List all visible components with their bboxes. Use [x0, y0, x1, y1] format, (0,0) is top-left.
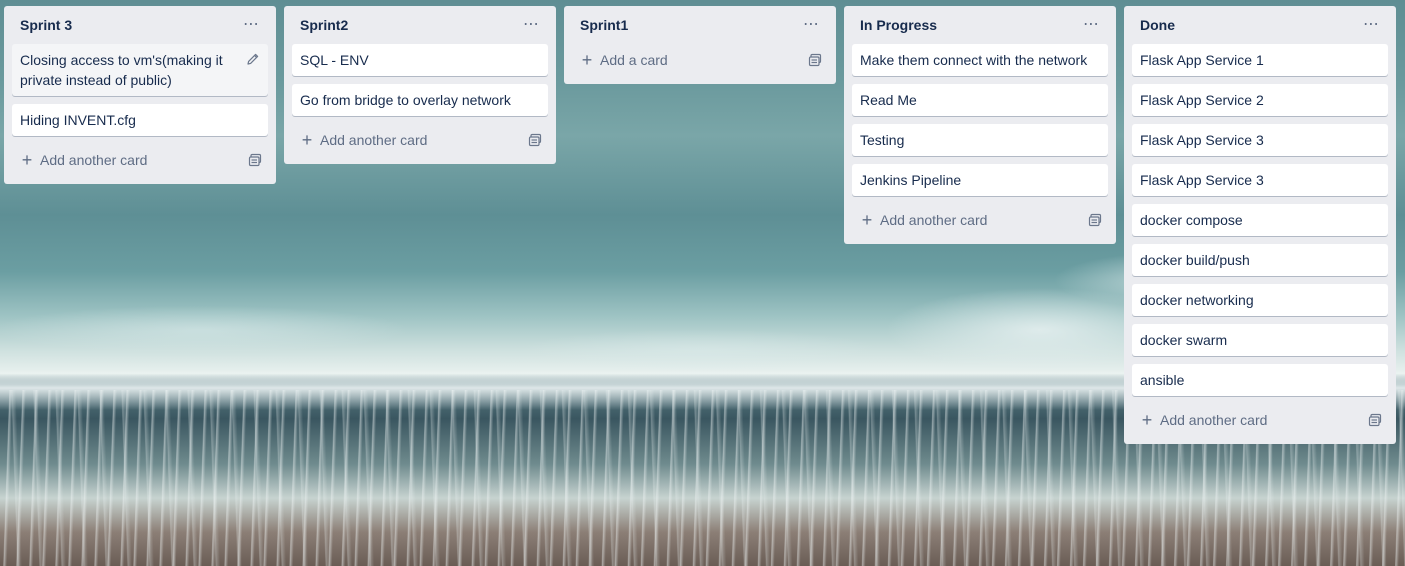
- add-card-row: + Add a card: [572, 44, 828, 76]
- card-title: docker networking: [1140, 292, 1254, 308]
- list-menu-icon[interactable]: ⋯: [1359, 15, 1384, 35]
- add-card-label: Add another card: [1160, 412, 1268, 428]
- add-card-row: + Add another card: [1132, 404, 1388, 436]
- plus-icon: +: [581, 50, 593, 70]
- card-title: Flask App Service 3: [1140, 172, 1264, 188]
- card[interactable]: Flask App Service 3: [1132, 124, 1388, 156]
- list-menu-icon[interactable]: ⋯: [1079, 15, 1104, 35]
- card-title: SQL - ENV: [300, 52, 369, 68]
- card-title: Flask App Service 3: [1140, 132, 1264, 148]
- card-title: Make them connect with the network: [860, 52, 1088, 68]
- add-card-button[interactable]: + Add another card: [1140, 410, 1268, 430]
- card-title: docker swarm: [1140, 332, 1228, 348]
- list-sprint1: Sprint1 ⋯ + Add a card: [564, 6, 836, 84]
- list-header[interactable]: Done ⋯: [1132, 6, 1388, 44]
- list-title[interactable]: Sprint1: [580, 17, 628, 33]
- list-menu-icon[interactable]: ⋯: [239, 15, 264, 35]
- add-card-label: Add a card: [600, 52, 668, 68]
- plus-icon: +: [301, 130, 313, 150]
- card-title: Flask App Service 2: [1140, 92, 1264, 108]
- add-card-label: Add another card: [40, 152, 148, 168]
- card-title: docker build/push: [1140, 252, 1250, 268]
- card-title: Jenkins Pipeline: [860, 172, 962, 188]
- plus-icon: +: [1141, 410, 1153, 430]
- card[interactable]: Jenkins Pipeline: [852, 164, 1108, 196]
- add-card-row: + Add another card: [852, 204, 1108, 236]
- add-card-label: Add another card: [320, 132, 428, 148]
- card[interactable]: docker networking: [1132, 284, 1388, 316]
- list-menu-icon[interactable]: ⋯: [799, 15, 824, 35]
- card[interactable]: Flask App Service 2: [1132, 84, 1388, 116]
- add-card-row: + Add another card: [12, 144, 268, 176]
- card[interactable]: Hiding INVENT.cfg: [12, 104, 268, 136]
- card-template-icon[interactable]: [248, 153, 262, 167]
- list-header[interactable]: In Progress ⋯: [852, 6, 1108, 44]
- card-title: Closing access to vm's(making it private…: [20, 52, 223, 88]
- list-sprint2: Sprint2 ⋯ SQL - ENV Go from bridge to ov…: [284, 6, 556, 164]
- card[interactable]: docker swarm: [1132, 324, 1388, 356]
- card[interactable]: Read Me: [852, 84, 1108, 116]
- card[interactable]: docker build/push: [1132, 244, 1388, 276]
- card-title: Testing: [860, 132, 905, 148]
- card-title: Go from bridge to overlay network: [300, 92, 511, 108]
- card-title: docker compose: [1140, 212, 1243, 228]
- add-card-button[interactable]: + Add another card: [300, 130, 428, 150]
- add-card-label: Add another card: [880, 212, 988, 228]
- card[interactable]: SQL - ENV: [292, 44, 548, 76]
- card-title: Read Me: [860, 92, 917, 108]
- list-title[interactable]: Sprint2: [300, 17, 348, 33]
- card[interactable]: ansible: [1132, 364, 1388, 396]
- card-template-icon[interactable]: [1088, 213, 1102, 227]
- card-title: ansible: [1140, 372, 1185, 388]
- card[interactable]: Flask App Service 1: [1132, 44, 1388, 76]
- list-title[interactable]: Done: [1140, 17, 1175, 33]
- plus-icon: +: [21, 150, 33, 170]
- list-title[interactable]: Sprint 3: [20, 17, 72, 33]
- add-card-button[interactable]: + Add a card: [580, 51, 668, 69]
- list-header[interactable]: Sprint 3 ⋯: [12, 6, 268, 44]
- list-sprint-3: Sprint 3 ⋯ Closing access to vm's(making…: [4, 6, 276, 184]
- list-done: Done ⋯ Flask App Service 1 Flask App Ser…: [1124, 6, 1396, 444]
- add-card-row: + Add another card: [292, 124, 548, 156]
- card-title: Hiding INVENT.cfg: [20, 112, 136, 128]
- card-title: Flask App Service 1: [1140, 52, 1264, 68]
- list-title[interactable]: In Progress: [860, 17, 937, 33]
- list-menu-icon[interactable]: ⋯: [519, 15, 544, 35]
- card[interactable]: docker compose: [1132, 204, 1388, 236]
- add-card-button[interactable]: + Add another card: [20, 150, 148, 170]
- plus-icon: +: [861, 210, 873, 230]
- card-template-icon[interactable]: [808, 53, 822, 67]
- card[interactable]: Testing: [852, 124, 1108, 156]
- list-in-progress: In Progress ⋯ Make them connect with the…: [844, 6, 1116, 244]
- card-template-icon[interactable]: [1368, 413, 1382, 427]
- card-template-icon[interactable]: [528, 133, 542, 147]
- card[interactable]: Make them connect with the network: [852, 44, 1108, 76]
- add-card-button[interactable]: + Add another card: [860, 210, 988, 230]
- card[interactable]: Flask App Service 3: [1132, 164, 1388, 196]
- card[interactable]: Go from bridge to overlay network: [292, 84, 548, 116]
- card[interactable]: Closing access to vm's(making it private…: [12, 44, 268, 96]
- pencil-icon[interactable]: [246, 52, 260, 66]
- list-header[interactable]: Sprint1 ⋯: [572, 6, 828, 44]
- list-header[interactable]: Sprint2 ⋯: [292, 6, 548, 44]
